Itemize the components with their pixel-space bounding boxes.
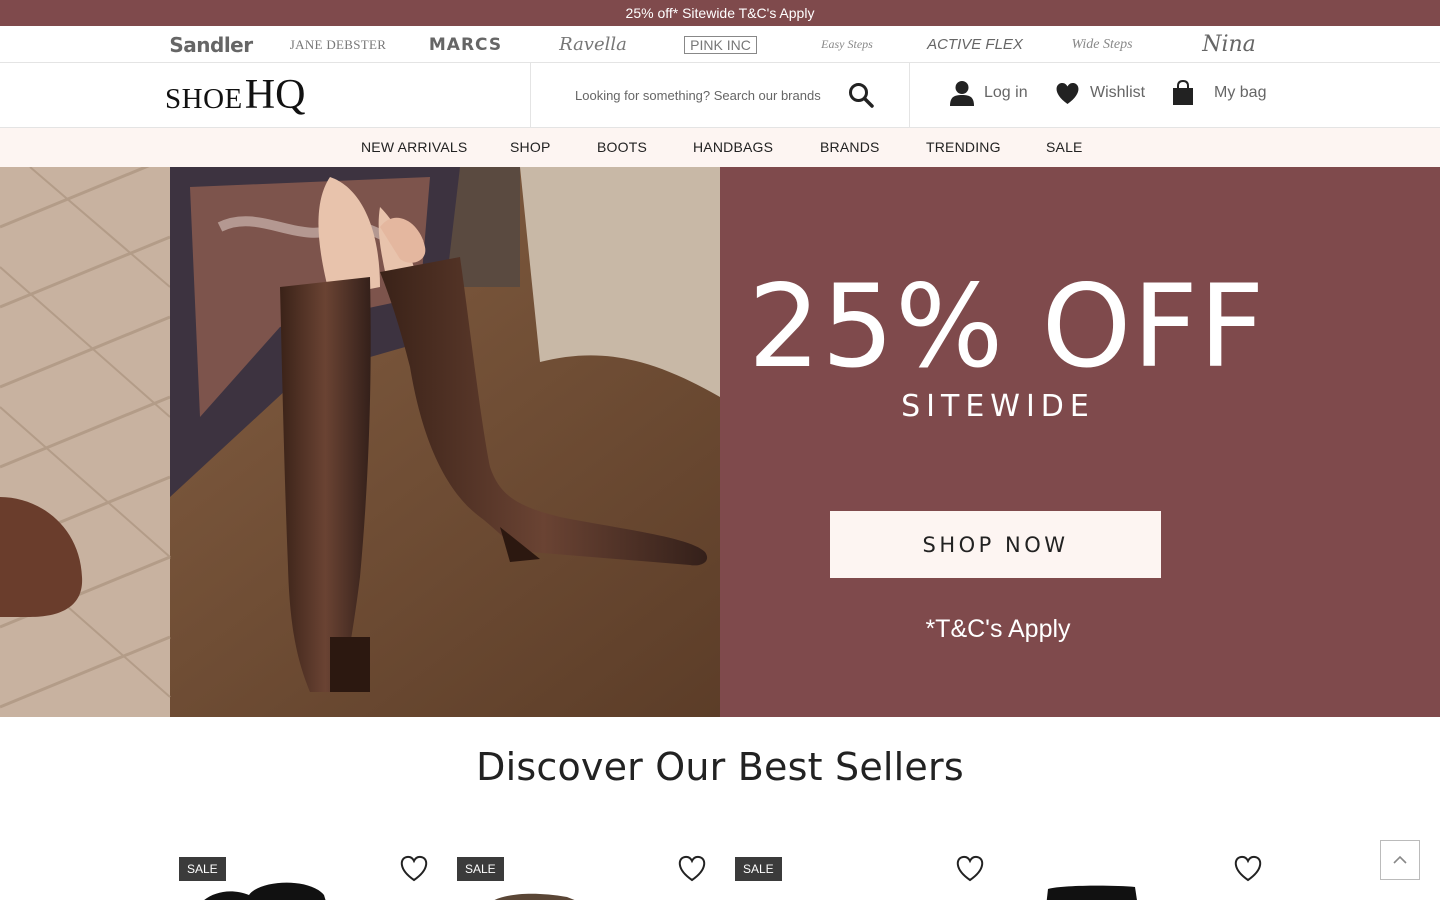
add-to-wishlist-button[interactable] <box>677 855 707 885</box>
heart-icon <box>1056 82 1079 104</box>
site-header: SHOE HQ Log in Wishlist My bag <box>0 63 1440 128</box>
nav-sale[interactable]: SALE <box>1046 128 1083 167</box>
login-link[interactable]: Log in <box>950 77 1028 109</box>
brand-pink-inc[interactable]: PINK INC <box>683 26 758 63</box>
user-icon <box>950 81 974 106</box>
brand-pink-inc-label: PINK INC <box>684 35 757 54</box>
shop-now-button[interactable]: SHOP NOW <box>830 511 1161 578</box>
add-to-wishlist-button[interactable] <box>1233 855 1263 885</box>
search-icon <box>849 83 874 108</box>
logo-hq-text: HQ <box>244 72 306 118</box>
nav-boots[interactable]: BOOTS <box>597 128 647 167</box>
heart-icon <box>678 855 706 882</box>
search-input[interactable] <box>575 83 835 107</box>
add-to-wishlist-button[interactable] <box>399 855 429 885</box>
product-card[interactable]: SALE <box>179 855 439 900</box>
hero-terms: *T&C's Apply <box>925 615 1071 643</box>
brand-sandler[interactable]: Sandler <box>165 26 257 63</box>
heart-icon <box>956 855 984 882</box>
product-card[interactable]: SALE <box>735 855 995 900</box>
brands-bar: Sandler JANE DEBSTER MARCS Ravella PINK … <box>0 26 1440 63</box>
product-thumbnail <box>1046 885 1137 900</box>
product-thumbnail <box>204 882 326 900</box>
product-thumbnail <box>494 893 575 900</box>
hero-image[interactable] <box>0 167 720 717</box>
wishlist-label: Wishlist <box>1090 84 1146 101</box>
best-sellers-title: Discover Our Best Sellers <box>476 745 964 789</box>
site-logo[interactable]: SHOE HQ <box>165 72 306 118</box>
brand-jane-debster[interactable]: JANE DEBSTER <box>290 26 386 63</box>
nav-shop[interactable]: SHOP <box>510 128 550 167</box>
wishlist-link[interactable]: Wishlist <box>1055 77 1145 109</box>
heart-icon <box>400 855 428 882</box>
sale-badge: SALE <box>735 857 782 881</box>
promo-bar[interactable]: 25% off* Sitewide T&C's Apply <box>0 0 1440 26</box>
hero-asterisk: * <box>1240 279 1249 304</box>
brand-nina[interactable]: Nina <box>1183 26 1275 63</box>
logo-shoe-text: SHOE <box>165 83 243 115</box>
promo-text[interactable]: 25% off* Sitewide T&C's Apply <box>626 5 815 21</box>
scroll-to-top-button[interactable] <box>1380 840 1420 880</box>
hero-banner[interactable]: 25% OFF * SITEWIDE SHOP NOW *T&C's Apply <box>0 167 1440 717</box>
product-card[interactable]: SALE <box>457 855 717 900</box>
brand-marcs[interactable]: MARCS <box>420 26 511 63</box>
brand-active-flex[interactable]: ACTIVE FLEX <box>927 26 1023 63</box>
hero-promo-panel: 25% OFF * SITEWIDE SHOP NOW *T&C's Apply <box>720 167 1440 717</box>
nav-handbags[interactable]: HANDBAGS <box>693 128 773 167</box>
login-label: Log in <box>984 84 1028 101</box>
search-bar <box>530 63 910 127</box>
bag-link[interactable]: My bag <box>1172 77 1266 109</box>
hero-subheadline: SITEWIDE <box>901 389 1095 424</box>
brand-wide-steps[interactable]: Wide Steps <box>1071 26 1132 63</box>
bag-icon <box>1173 80 1193 105</box>
main-nav: NEW ARRIVALS SHOP BOOTS HANDBAGS BRANDS … <box>0 128 1440 167</box>
brand-ravella[interactable]: Ravella <box>556 26 630 63</box>
chevron-up-icon <box>1393 855 1407 864</box>
nav-new-arrivals[interactable]: NEW ARRIVALS <box>361 128 467 167</box>
add-to-wishlist-button[interactable] <box>955 855 985 885</box>
hero-headline: 25% OFF <box>748 260 1266 393</box>
product-card[interactable] <box>1013 855 1273 900</box>
search-button[interactable] <box>847 81 875 109</box>
heart-icon <box>1234 855 1262 882</box>
nav-brands[interactable]: BRANDS <box>820 128 880 167</box>
brand-easy-steps[interactable]: Easy Steps <box>821 26 873 63</box>
bag-label: My bag <box>1214 84 1267 101</box>
nav-trending[interactable]: TRENDING <box>926 128 1001 167</box>
hero-boots-photo <box>0 167 720 717</box>
